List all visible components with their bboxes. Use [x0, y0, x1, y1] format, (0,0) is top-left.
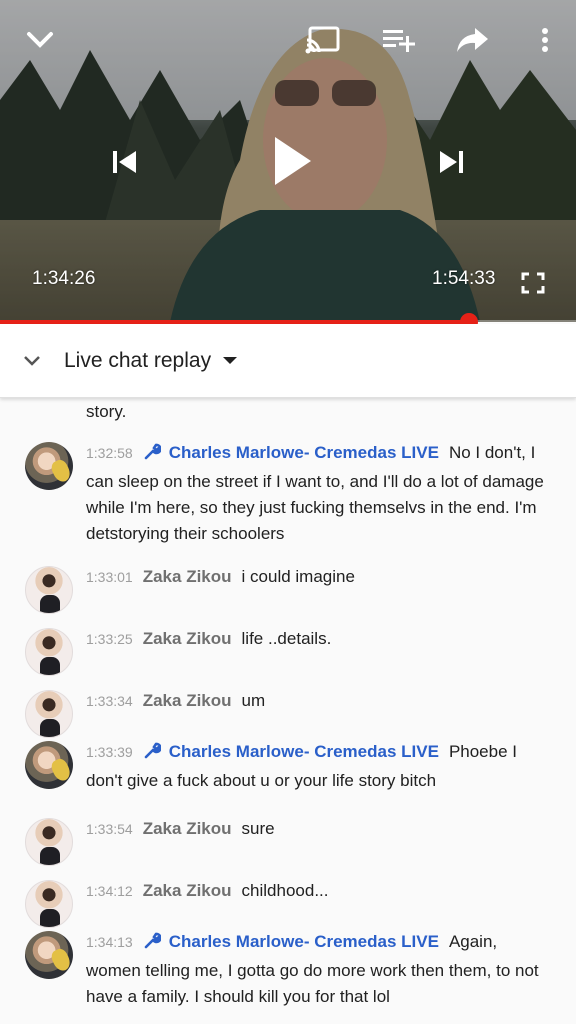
message-author[interactable]: Charles Marlowe- Cremedas LIVE [169, 932, 439, 951]
chat-message-body: 1:33:54 Zaka Zikou sure [86, 816, 556, 842]
fullscreen-icon[interactable] [516, 268, 550, 298]
skip-previous-icon[interactable] [104, 140, 144, 184]
message-author[interactable]: Zaka Zikou [143, 881, 232, 900]
message-timestamp: 1:33:54 [86, 821, 133, 837]
chat-message-body: 1:34:12 Zaka Zikou childhood... [86, 878, 556, 904]
message-timestamp: 1:33:01 [86, 569, 133, 585]
truncated-message-text: story. [86, 402, 127, 421]
avatar[interactable] [25, 880, 73, 928]
chevron-down-icon[interactable] [20, 20, 60, 60]
message-author[interactable]: Zaka Zikou [143, 691, 232, 710]
avatar[interactable] [25, 566, 73, 614]
avatar[interactable] [25, 818, 73, 866]
chat-message-body: 1:33:25 Zaka Zikou life ..details. [86, 626, 556, 652]
avatar[interactable] [25, 442, 73, 490]
chat-mode-title[interactable]: Live chat replay [64, 349, 211, 373]
chat-message-body: 1:34:13 Charles Marlowe- Cremedas LIVE Aga… [86, 929, 556, 1010]
more-vert-icon[interactable] [530, 22, 560, 58]
message-author[interactable]: Charles Marlowe- Cremedas LIVE [169, 443, 439, 462]
play-icon[interactable] [262, 128, 322, 194]
current-time: 1:34:26 [32, 268, 96, 289]
avatar[interactable] [25, 628, 73, 676]
dropdown-caret-icon[interactable] [223, 357, 238, 364]
message-text: life ..details. [241, 629, 332, 648]
message-timestamp: 1:32:58 [86, 445, 133, 461]
message-author[interactable]: Zaka Zikou [143, 567, 232, 586]
avatar[interactable] [25, 690, 73, 738]
message-timestamp: 1:34:12 [86, 883, 133, 899]
skip-next-icon[interactable] [432, 140, 472, 184]
avatar[interactable] [25, 741, 73, 789]
live-chat-header: Live chat replay [0, 324, 576, 398]
video-player[interactable]: 1:34:26 1:54:33 [0, 0, 576, 322]
message-text: childhood... [241, 881, 329, 900]
avatar[interactable] [25, 931, 73, 979]
message-author[interactable]: Zaka Zikou [143, 819, 232, 838]
message-text: um [241, 691, 266, 710]
message-author[interactable]: Zaka Zikou [143, 629, 232, 648]
message-timestamp: 1:33:39 [86, 744, 133, 760]
message-text: sure [241, 819, 275, 838]
message-author[interactable]: Charles Marlowe- Cremedas LIVE [169, 742, 439, 761]
duration: 1:54:33 [432, 268, 496, 289]
chat-message-body: 1:33:01 Zaka Zikou i could imagine [86, 564, 556, 590]
share-icon[interactable] [452, 22, 492, 58]
chat-message-body: 1:32:58 Charles Marlowe- Cremedas LIVE No … [86, 440, 556, 547]
playlist-add-icon[interactable] [378, 22, 418, 58]
message-timestamp: 1:34:13 [86, 934, 133, 950]
message-text: i could imagine [241, 567, 355, 586]
cast-icon[interactable] [303, 22, 343, 58]
chevron-down-icon[interactable] [0, 324, 64, 398]
chat-message-body: 1:33:39 Charles Marlowe- Cremedas LIVE Pho… [86, 739, 556, 794]
chat-message-body: 1:33:34 Zaka Zikou um [86, 688, 556, 714]
message-timestamp: 1:33:34 [86, 693, 133, 709]
wrench-icon [143, 443, 162, 469]
message-timestamp: 1:33:25 [86, 631, 133, 647]
wrench-icon [143, 932, 162, 958]
wrench-icon [143, 742, 162, 768]
